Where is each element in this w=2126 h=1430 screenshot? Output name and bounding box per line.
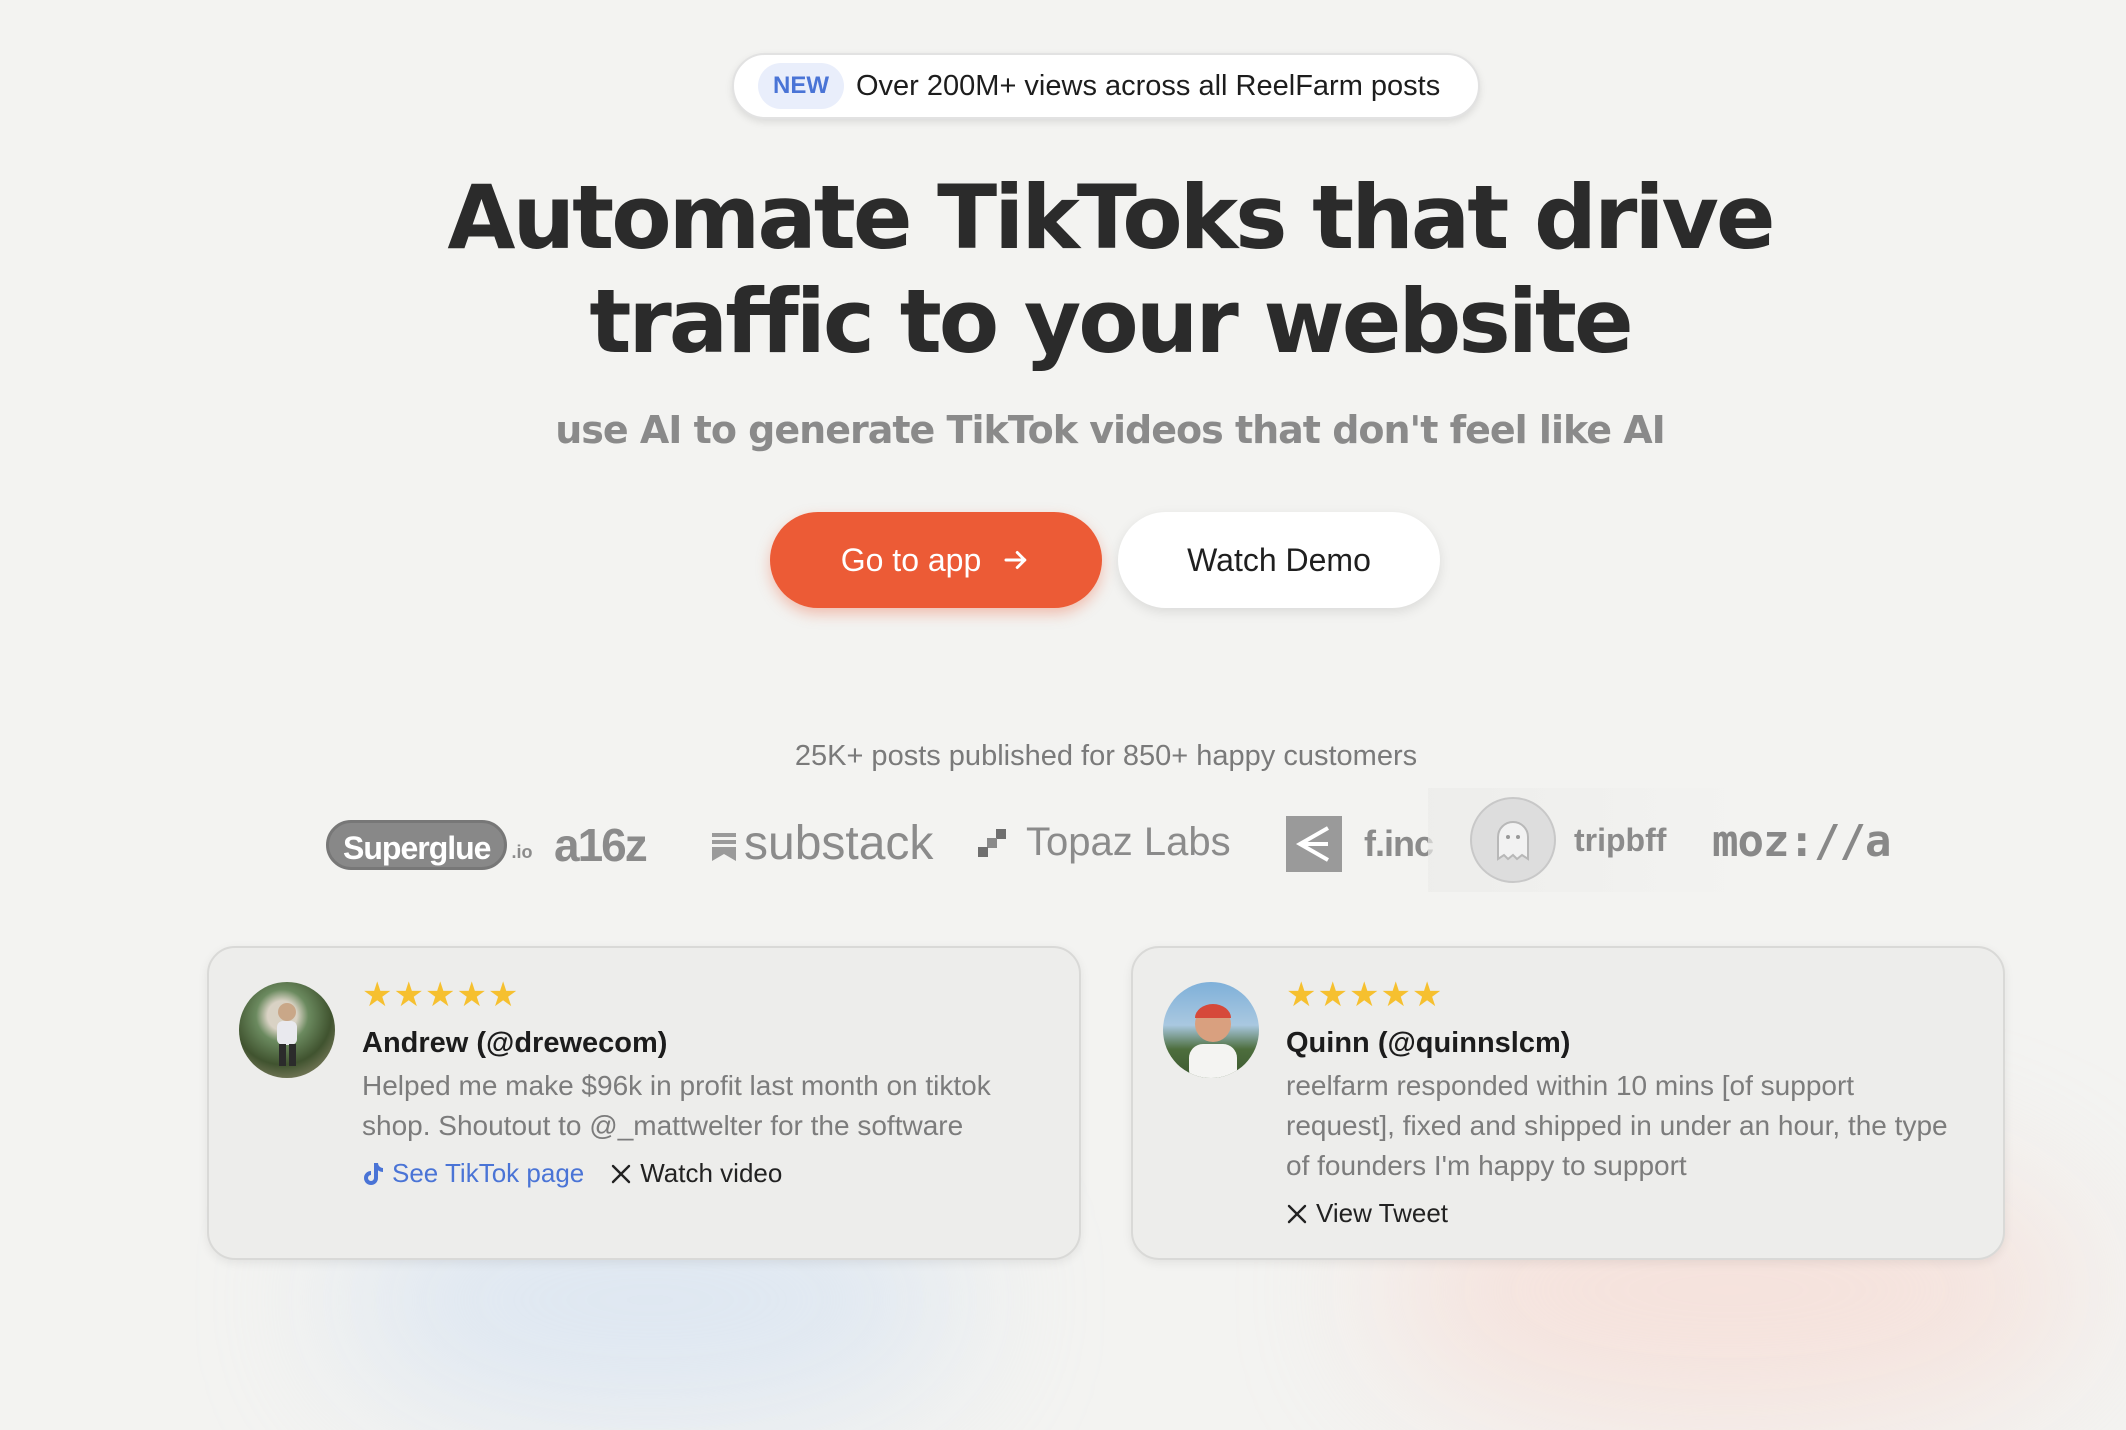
testimonial-card: ★★★★★ Quinn (@quinnslcm) reelfarm respon… — [1131, 946, 2005, 1260]
finc-icon — [1286, 816, 1342, 872]
announcement-pill[interactable]: NEW Over 200M+ views across all ReelFarm… — [732, 53, 1480, 119]
x-icon — [612, 1164, 631, 1183]
mozilla-wordmark: moz://a — [1712, 816, 1891, 867]
topaz-wordmark: Topaz Labs — [1026, 820, 1231, 864]
tripbff-logo: tripbff — [1428, 788, 1740, 892]
avatar — [1163, 982, 1259, 1078]
view-tweet-label: View Tweet — [1316, 1198, 1449, 1228]
finc-wordmark: f.inc — [1364, 823, 1434, 864]
see-tiktok-page-link[interactable]: See TikTok page — [362, 1158, 584, 1189]
hero-title: Automate TikToks that drive traffic to y… — [0, 166, 2126, 374]
substack-logo: substack — [712, 816, 933, 871]
superglue-wordmark: Superglue — [326, 820, 508, 870]
a16z-wordmark: a16z — [554, 819, 648, 871]
social-proof-text: 25K+ posts published for 850+ happy cust… — [794, 740, 1418, 772]
hero-title-line-1: Automate TikToks that drive — [447, 166, 1775, 269]
go-to-app-button[interactable]: Go to app — [770, 512, 1102, 608]
topaz-icon — [978, 828, 1006, 857]
hero-title-line-2: traffic to your website — [589, 270, 1633, 373]
x-icon — [1287, 1204, 1307, 1223]
tripbff-wordmark: tripbff — [1574, 821, 1667, 858]
avatar — [239, 982, 335, 1078]
topaz-labs-logo: Topaz Labs — [978, 820, 1231, 865]
tiktok-icon — [364, 1162, 383, 1185]
new-badge: NEW — [758, 63, 844, 109]
star-rating: ★★★★★ — [362, 975, 520, 1015]
reviewer-name: Quinn (@quinnslcm) — [1286, 1027, 1571, 1059]
review-text: Helped me make $96k in profit last month… — [362, 1070, 991, 1141]
superglue-suffix: .io — [511, 841, 533, 862]
review-text: reelfarm responded within 10 mins [of su… — [1286, 1070, 1948, 1181]
finc-logo: f.inc — [1286, 816, 1434, 872]
superglue-logo: Superglue .io — [326, 820, 532, 870]
arrow-right-icon — [1001, 545, 1031, 575]
watch-demo-label: Watch Demo — [1187, 541, 1371, 578]
go-to-app-label: Go to app — [840, 541, 982, 578]
watch-video-label: Watch video — [640, 1158, 783, 1188]
watch-demo-button[interactable]: Watch Demo — [1118, 512, 1440, 608]
substack-wordmark: substack — [744, 817, 934, 870]
reviewer-name: Andrew (@drewecom) — [362, 1027, 668, 1059]
substack-icon — [712, 832, 736, 861]
hero-subtitle: use AI to generate TikTok videos that do… — [555, 408, 1666, 452]
see-tiktok-page-label: See TikTok page — [392, 1158, 585, 1188]
view-tweet-link[interactable]: View Tweet — [1286, 1198, 1448, 1229]
testimonial-card: ★★★★★ Andrew (@drewecom) Helped me make … — [207, 946, 1081, 1260]
star-rating: ★★★★★ — [1286, 975, 1444, 1015]
watch-video-link[interactable]: Watch video — [610, 1158, 782, 1189]
a16z-logo: a16z — [554, 818, 648, 872]
tripbff-ghost-icon — [1470, 797, 1556, 883]
announcement-text: Over 200M+ views across all ReelFarm pos… — [856, 69, 1441, 102]
mozilla-logo: moz://a — [1712, 816, 1891, 867]
